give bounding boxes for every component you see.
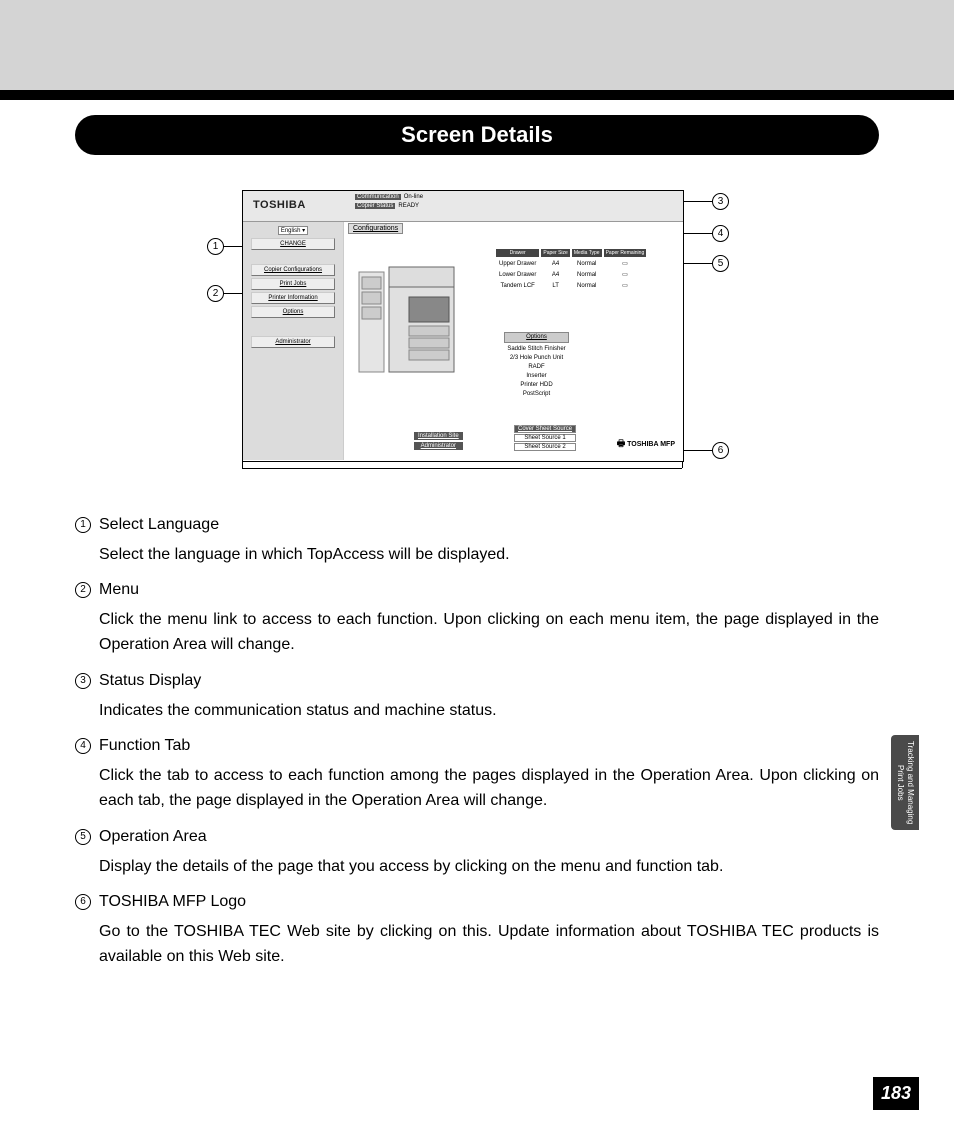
table-row: Upper DrawerA4Normal▭	[496, 259, 646, 268]
item-text: Select the language in which TopAccess w…	[99, 546, 510, 563]
sheet-source-button[interactable]: Sheet Source 1	[514, 434, 576, 442]
mfp-logo[interactable]: 🖶 TOSHIBA MFP	[617, 436, 675, 452]
sidebar-item[interactable]: Options	[251, 306, 335, 318]
callout-3: 3	[712, 193, 729, 210]
printer-illustration	[354, 262, 464, 382]
status-display: CommunicationOn-line Copier StatusREADY	[353, 191, 683, 221]
change-button[interactable]: CHANGE	[251, 238, 335, 250]
list-item: 3 Status Display Indicates the communica…	[75, 668, 879, 723]
item-text: Go to the TOSHIBA TEC Web site by clicki…	[99, 923, 879, 966]
list-item: 4 Function Tab Click the tab to access t…	[75, 733, 879, 814]
sidebar-item[interactable]: Print Jobs	[251, 278, 335, 290]
callout-1: 1	[207, 238, 224, 255]
item-text: Indicates the communication status and m…	[99, 702, 497, 719]
operation-area: Configurations	[343, 222, 683, 460]
sidebar: English ▾ CHANGE Copier Configurations P…	[243, 222, 343, 460]
cover-sheet-button[interactable]: Cover Sheet Source	[514, 425, 576, 433]
options-panel: Options Saddle Stitch Finisher 2/3 Hole …	[504, 332, 569, 399]
item-number: 3	[75, 673, 91, 689]
divider-bar	[0, 90, 954, 100]
callout-2: 2	[207, 285, 224, 302]
list-item: 1 Select Language Select the language in…	[75, 512, 879, 567]
list-item: 5 Operation Area Display the details of …	[75, 824, 879, 879]
section-title: Screen Details	[75, 115, 879, 155]
sheet-source-button[interactable]: Sheet Source 2	[514, 443, 576, 451]
drawer-table: Drawer Paper Size Media Type Paper Remai…	[494, 247, 648, 292]
callout-6: 6	[712, 442, 729, 459]
list-item: 6 TOSHIBA MFP Logo Go to the TOSHIBA TEC…	[75, 889, 879, 970]
install-site-button[interactable]: Installation Site	[414, 432, 463, 440]
sidebar-item[interactable]: Copier Configurations	[251, 264, 335, 276]
language-select[interactable]: English ▾	[278, 226, 308, 235]
item-number: 5	[75, 829, 91, 845]
function-tab[interactable]: Configurations	[348, 223, 403, 234]
item-title: Select Language	[99, 512, 879, 538]
table-row: Tandem LCFLTNormal▭	[496, 281, 646, 290]
item-title: Function Tab	[99, 733, 879, 759]
header-band	[0, 0, 954, 90]
admin-button[interactable]: Administrator	[414, 442, 463, 450]
item-title: Menu	[99, 577, 879, 603]
page-number: 183	[873, 1077, 919, 1110]
item-number: 1	[75, 517, 91, 533]
description-list: 1 Select Language Select the language in…	[75, 512, 879, 970]
brand-logo: TOSHIBA	[243, 191, 353, 221]
callout-5: 5	[712, 255, 729, 272]
list-item: 2 Menu Click the menu link to access to …	[75, 577, 879, 658]
item-text: Click the tab to access to each function…	[99, 767, 879, 810]
diagram: 1 2 3 4 5 6 TOSHIBA CommunicationOn-line…	[207, 190, 747, 462]
sheet-source-buttons: Cover Sheet Source Sheet Source 1 Sheet …	[514, 424, 576, 452]
callout-4: 4	[712, 225, 729, 242]
sidebar-item[interactable]: Administrator	[251, 336, 335, 348]
sidebar-item[interactable]: Printer Information	[251, 292, 335, 304]
item-text: Click the menu link to access to each fu…	[99, 611, 879, 654]
item-text: Display the details of the page that you…	[99, 858, 723, 875]
section-tab: Tracking and Managing Print Jobs	[891, 735, 919, 830]
item-number: 4	[75, 738, 91, 754]
item-title: TOSHIBA MFP Logo	[99, 889, 879, 915]
item-title: Status Display	[99, 668, 879, 694]
item-number: 6	[75, 894, 91, 910]
table-row: Lower DrawerA4Normal▭	[496, 270, 646, 279]
lower-buttons: Installation Site Administrator	[414, 430, 463, 452]
item-title: Operation Area	[99, 824, 879, 850]
app-screenshot: TOSHIBA CommunicationOn-line Copier Stat…	[242, 190, 684, 462]
item-number: 2	[75, 582, 91, 598]
